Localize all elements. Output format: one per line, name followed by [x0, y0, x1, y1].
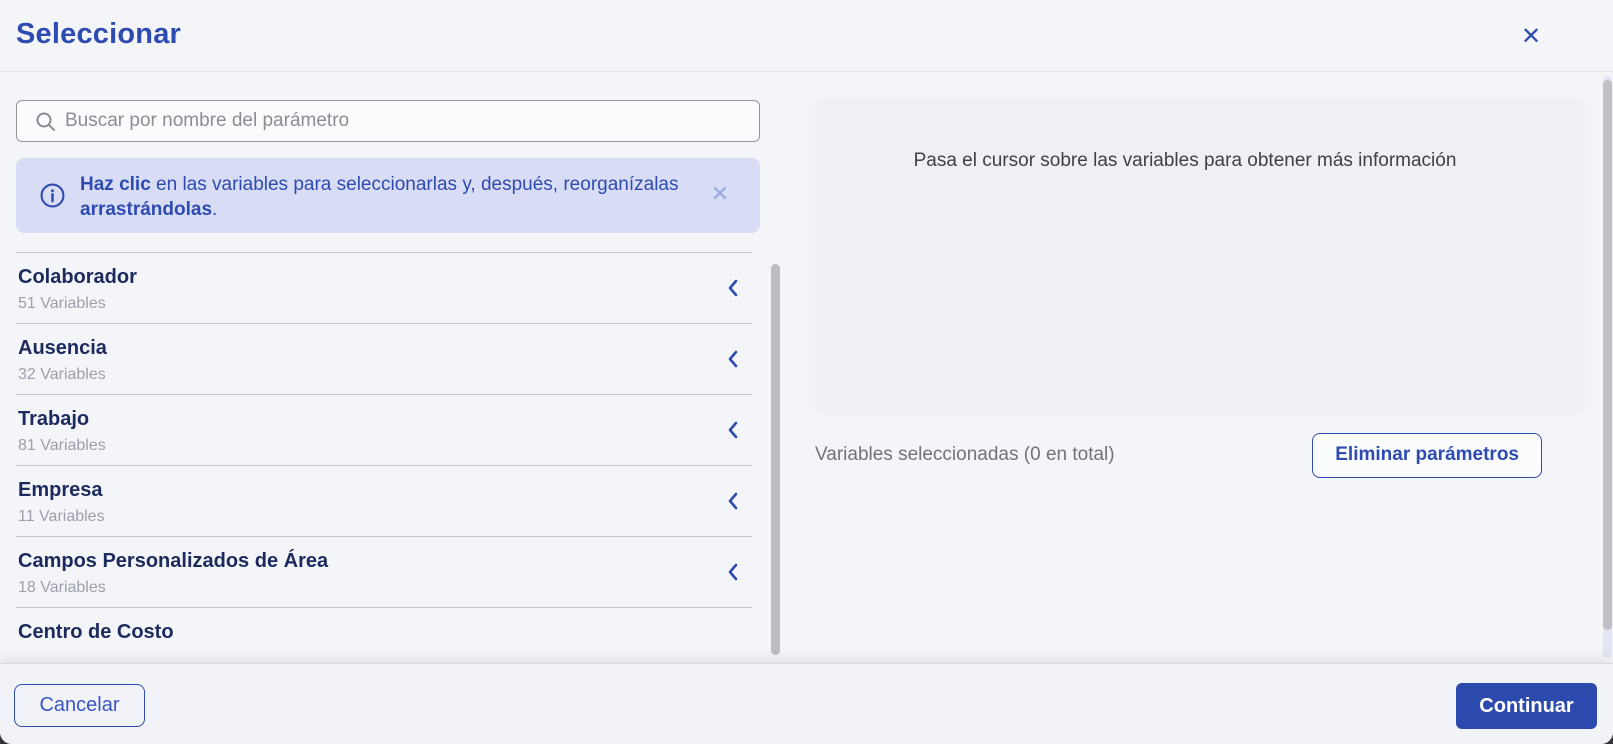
- banner-message: Haz clic en las variables para seleccion…: [80, 172, 700, 222]
- category-name: Trabajo: [18, 408, 90, 430]
- chevron-left-icon[interactable]: [727, 563, 738, 581]
- selected-variables-label: Variables seleccionadas (0 en total): [815, 444, 1115, 465]
- category-name: Campos Personalizados de Área: [18, 550, 329, 572]
- category-row-campos-personalizados[interactable]: Campos Personalizados de Área 18 Variabl…: [16, 537, 752, 608]
- category-name: Centro de Costo: [18, 621, 174, 643]
- window-scrollbar-thumb[interactable]: [1603, 80, 1612, 630]
- close-icon[interactable]: ✕: [1515, 20, 1547, 52]
- category-list: Colaborador 51 Variables Ausencia 32 Var…: [16, 252, 752, 663]
- category-name: Empresa: [18, 479, 103, 501]
- category-row-centro-de-costo[interactable]: Centro de Costo: [16, 608, 752, 663]
- category-count: 81 Variables: [18, 437, 106, 454]
- category-name: Colaborador: [18, 266, 137, 288]
- info-banner: Haz clic en las variables para seleccion…: [16, 158, 760, 233]
- category-row-colaborador[interactable]: Colaborador 51 Variables: [16, 253, 752, 324]
- select-dialog: Seleccionar ✕ Haz clic en las variables …: [0, 0, 1613, 744]
- category-name: Ausencia: [18, 337, 107, 359]
- hover-hint-text: Pasa el cursor sobre las variables para …: [913, 150, 1457, 171]
- cancel-button[interactable]: Cancelar: [14, 684, 145, 727]
- category-count: 32 Variables: [18, 366, 106, 383]
- banner-bold-lead: Haz clic: [80, 174, 151, 195]
- category-row-ausencia[interactable]: Ausencia 32 Variables: [16, 324, 752, 395]
- category-row-empresa[interactable]: Empresa 11 Variables: [16, 466, 752, 537]
- dialog-title: Seleccionar: [16, 18, 182, 50]
- chevron-left-icon[interactable]: [727, 421, 738, 439]
- category-row-trabajo[interactable]: Trabajo 81 Variables: [16, 395, 752, 466]
- banner-period: .: [212, 199, 218, 220]
- selected-variables-row: Variables seleccionadas (0 en total) Eli…: [815, 432, 1542, 478]
- search-icon: [35, 111, 57, 133]
- search-box: [16, 100, 760, 142]
- list-scrollbar-thumb[interactable]: [771, 264, 780, 655]
- continue-button[interactable]: Continuar: [1456, 683, 1597, 729]
- banner-close-icon[interactable]: ✕: [706, 180, 734, 208]
- chevron-left-icon[interactable]: [727, 492, 738, 510]
- category-count: 51 Variables: [18, 295, 106, 312]
- dialog-header: Seleccionar ✕: [0, 0, 1613, 72]
- category-count: 11 Variables: [18, 508, 105, 525]
- chevron-left-icon[interactable]: [727, 350, 738, 368]
- remove-parameters-button[interactable]: Eliminar parámetros: [1312, 432, 1542, 478]
- search-input[interactable]: [65, 101, 745, 141]
- dialog-footer: Cancelar Continuar: [0, 663, 1613, 744]
- banner-bold-tail: arrastrándolas: [80, 199, 213, 220]
- chevron-left-icon[interactable]: [727, 279, 738, 297]
- banner-middle: en las variables para seleccionarlas y, …: [150, 174, 679, 195]
- info-icon: [40, 183, 65, 208]
- category-count: 18 Variables: [18, 579, 106, 596]
- variable-info-panel: Pasa el cursor sobre las variables para …: [815, 98, 1585, 415]
